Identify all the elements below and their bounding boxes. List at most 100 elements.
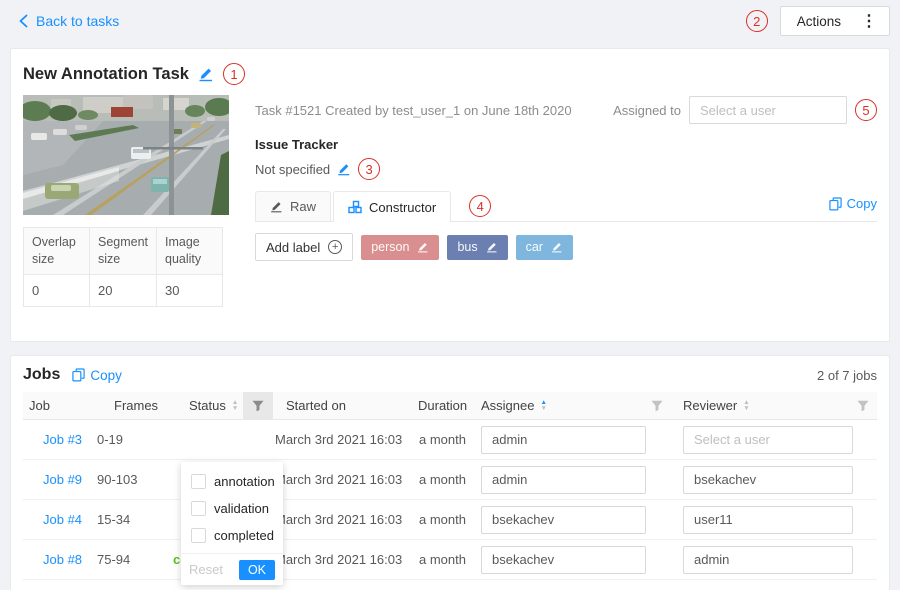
assignee-header-label: Assignee: [481, 398, 534, 413]
param-segment-header: Segment size: [89, 228, 156, 275]
status-header-label: Status: [189, 398, 226, 413]
kebab-menu-icon[interactable]: ⋮: [857, 11, 889, 31]
tab-raw[interactable]: Raw: [255, 191, 331, 221]
edit-label-icon[interactable]: [417, 241, 429, 253]
labels-editor: Raw Constructor 4 Copy: [255, 192, 877, 272]
label-car-name: car: [526, 240, 543, 254]
sort-icon-status: ▲▼: [232, 400, 238, 411]
label-chip-bus[interactable]: bus: [447, 235, 507, 260]
sort-icon-assignee-active: ▲▼: [540, 400, 546, 411]
copy-jobs-label: Copy: [90, 368, 122, 383]
assignee-filter-button[interactable]: [651, 400, 663, 412]
job-started: March 3rd 2021 16:03: [273, 512, 413, 527]
topbar-right: 2 Actions ⋮: [746, 6, 890, 36]
job-row: Job #3 0-19 March 3rd 2021 16:03 a month: [23, 420, 877, 460]
copy-labels-link[interactable]: Copy: [829, 196, 877, 211]
annotation-circle-5: 5: [855, 99, 877, 121]
issue-tracker-value: Not specified: [255, 162, 330, 177]
tab-constructor[interactable]: Constructor: [333, 191, 451, 222]
assignee-input[interactable]: [481, 466, 646, 494]
column-header-assignee[interactable]: Assignee ▲▼: [479, 392, 675, 419]
annotation-circle-4: 4: [469, 195, 491, 217]
copy-jobs-link[interactable]: Copy: [72, 368, 122, 383]
filter-option-annotation[interactable]: annotation: [181, 468, 283, 495]
label-chip-person[interactable]: person: [361, 235, 439, 260]
tab-constructor-label: Constructor: [369, 200, 436, 215]
annotation-circle-2: 2: [746, 10, 768, 32]
task-left-column: Overlap size Segment size Image quality …: [23, 95, 229, 307]
edit-label-icon[interactable]: [551, 241, 563, 253]
status-filter-dropdown: annotation validation completed Reset OK: [181, 462, 283, 585]
reviewer-header-label: Reviewer: [683, 398, 737, 413]
job-link[interactable]: Job #4: [43, 512, 82, 527]
job-duration: a month: [413, 552, 479, 567]
edit-issue-tracker-icon[interactable]: [337, 162, 351, 176]
copy-icon: [72, 368, 85, 382]
params-header-row: Overlap size Segment size Image quality: [24, 228, 223, 275]
checkbox[interactable]: [191, 501, 206, 516]
label-bus-name: bus: [457, 240, 477, 254]
task-assignee-input[interactable]: [689, 96, 847, 124]
jobs-section-title: Jobs: [23, 366, 60, 384]
job-frames: 90-103: [97, 472, 173, 487]
sort-icon-reviewer: ▲▼: [743, 400, 749, 411]
task-params-table: Overlap size Segment size Image quality …: [23, 227, 223, 307]
edit-label-icon[interactable]: [486, 241, 498, 253]
tab-raw-label: Raw: [290, 199, 316, 214]
reviewer-input[interactable]: [683, 546, 853, 574]
job-frames: 0-19: [97, 432, 173, 447]
column-header-status[interactable]: Status ▲▼: [173, 392, 243, 419]
column-header-job: Job: [23, 392, 97, 419]
param-overlap-header: Overlap size: [24, 228, 90, 275]
filter-funnel-icon: [252, 400, 264, 412]
column-header-frames: Frames: [97, 392, 173, 419]
actions-button[interactable]: Actions ⋮: [780, 6, 890, 36]
copy-labels-label: Copy: [847, 196, 877, 211]
column-header-reviewer[interactable]: Reviewer ▲▼: [675, 392, 877, 419]
job-row: Job #4 15-34 March 3rd 2021 16:03 a mont…: [23, 500, 877, 540]
reviewer-input[interactable]: [683, 426, 853, 454]
job-row: Job #8 75-94 completed ? March 3rd 2021 …: [23, 540, 877, 580]
job-frames: 75-94: [97, 552, 173, 567]
assignee-input[interactable]: [481, 426, 646, 454]
assignee-input[interactable]: [481, 546, 646, 574]
reviewer-input[interactable]: [683, 506, 853, 534]
param-overlap-value: 0: [24, 274, 90, 306]
column-header-started: Started on: [273, 392, 413, 419]
param-quality-header: Image quality: [157, 228, 223, 275]
add-label-button[interactable]: Add label +: [255, 233, 353, 261]
filter-option-validation[interactable]: validation: [181, 495, 283, 522]
job-link[interactable]: Job #8: [43, 552, 82, 567]
params-value-row: 0 20 30: [24, 274, 223, 306]
jobs-table-header: Job Frames Status ▲▼ Started on Duration…: [23, 392, 877, 420]
filter-option-label: validation: [214, 501, 269, 516]
checkbox[interactable]: [191, 528, 206, 543]
filter-option-label: annotation: [214, 474, 275, 489]
status-filter-button[interactable]: [243, 392, 273, 419]
chevron-left-icon: [18, 14, 29, 28]
back-to-tasks-link[interactable]: Back to tasks: [18, 13, 119, 29]
build-blocks-icon: [348, 200, 362, 214]
annotation-circle-1: 1: [223, 63, 245, 85]
copy-icon: [829, 197, 842, 211]
job-link[interactable]: Job #9: [43, 472, 82, 487]
job-started: March 3rd 2021 16:03: [273, 432, 413, 447]
filter-option-completed[interactable]: completed: [181, 522, 283, 549]
filter-ok-button[interactable]: OK: [239, 560, 275, 580]
job-link[interactable]: Job #3: [43, 432, 82, 447]
plus-circle-icon: +: [328, 240, 342, 254]
filter-reset-button[interactable]: Reset: [189, 562, 223, 577]
jobs-table: Job Frames Status ▲▼ Started on Duration…: [23, 392, 877, 580]
edit-title-icon[interactable]: [198, 66, 214, 82]
job-duration: a month: [413, 432, 479, 447]
task-meta-text: Task #1521 Created by test_user_1 on Jun…: [255, 103, 572, 118]
checkbox[interactable]: [191, 474, 206, 489]
annotation-circle-3: 3: [358, 158, 380, 180]
reviewer-filter-button[interactable]: [857, 400, 869, 412]
jobs-count: 2 of 7 jobs: [817, 368, 877, 383]
reviewer-input[interactable]: [683, 466, 853, 494]
label-chip-car[interactable]: car: [516, 235, 573, 260]
job-duration: a month: [413, 472, 479, 487]
assignee-input[interactable]: [481, 506, 646, 534]
back-to-tasks-label: Back to tasks: [36, 13, 119, 29]
